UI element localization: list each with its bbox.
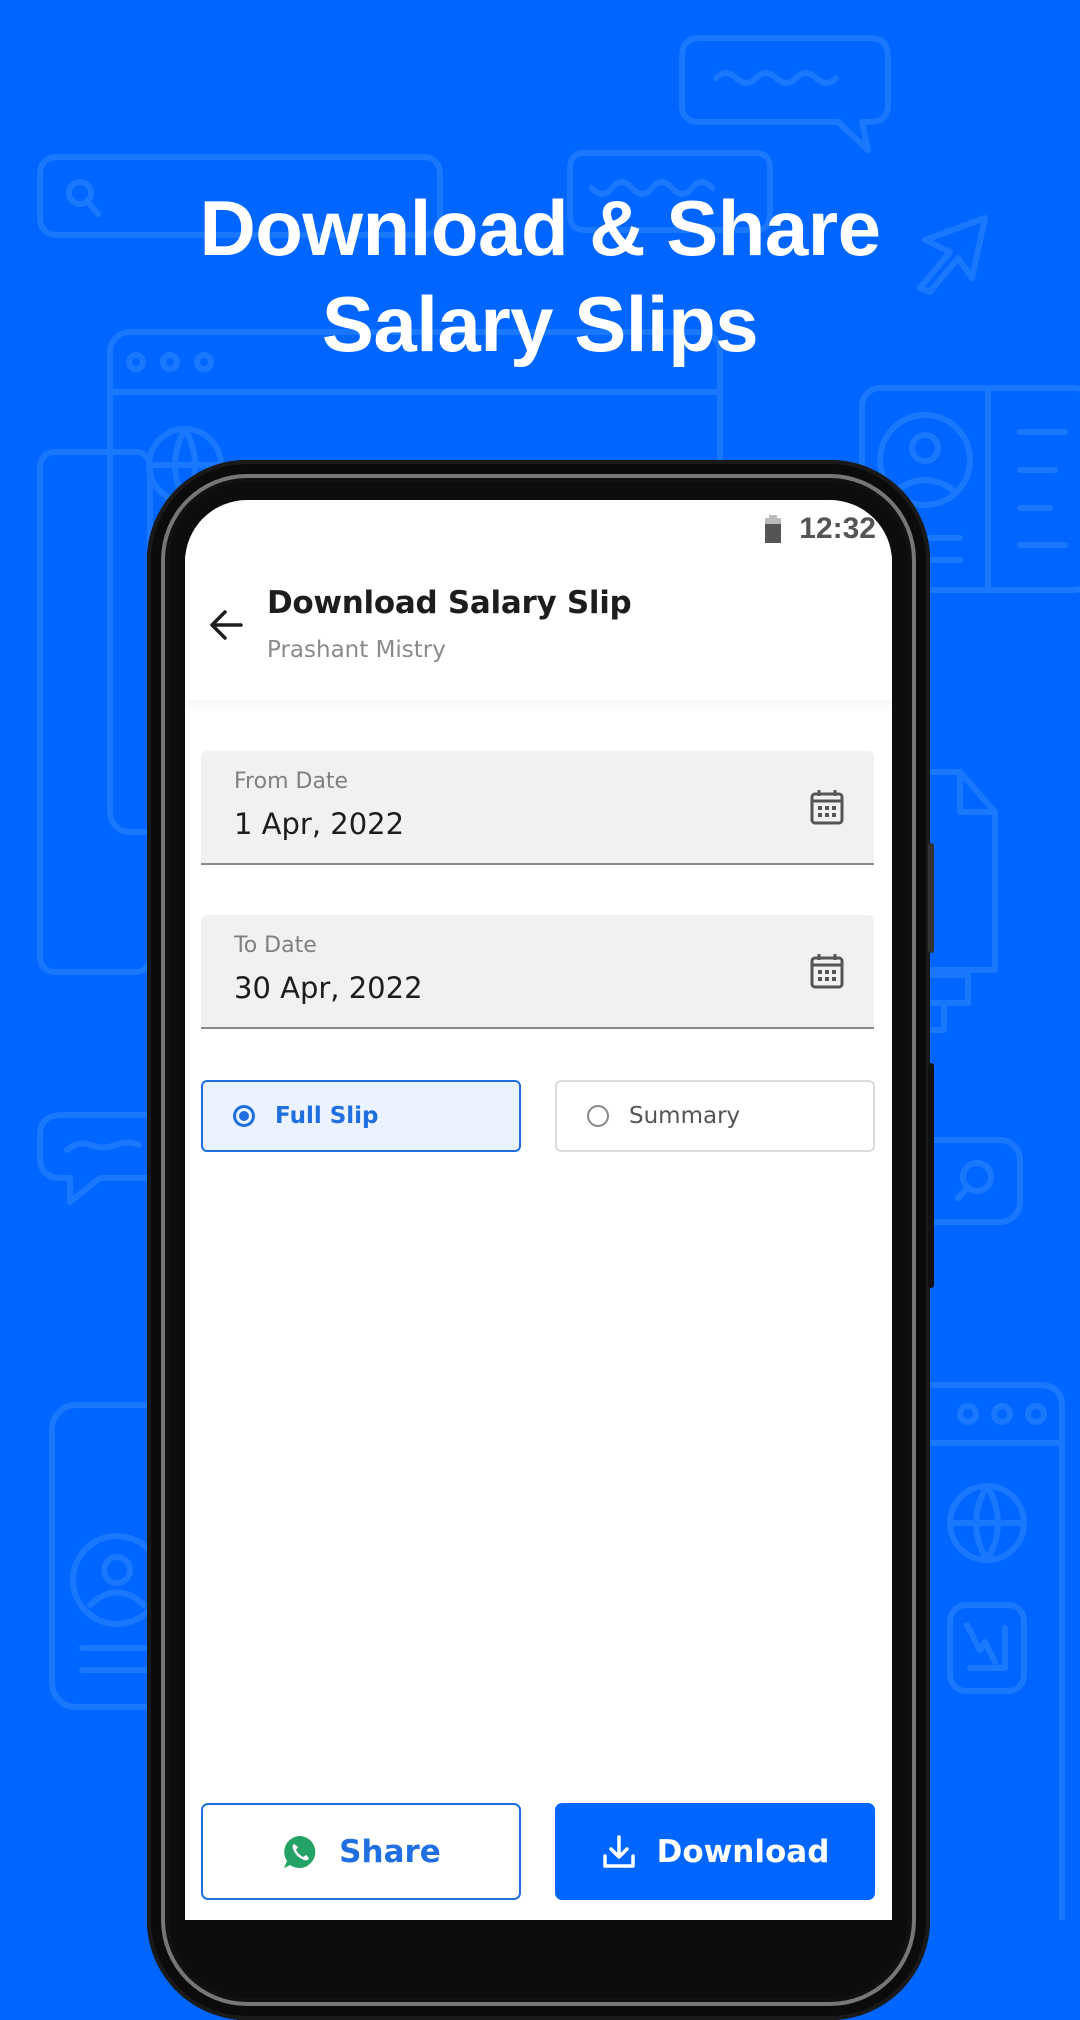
status-time: 12:32 <box>799 512 876 545</box>
from-date-value: 1 Apr, 2022 <box>234 807 405 841</box>
headline-line-1: Download & Share <box>199 184 881 272</box>
document-icon <box>37 449 153 975</box>
download-button[interactable]: Download <box>555 1803 875 1900</box>
calendar-icon[interactable] <box>810 953 844 989</box>
employee-name: Prashant Mistry <box>267 637 446 663</box>
radio-unselected[interactable] <box>587 1105 609 1127</box>
download-label: Download <box>656 1833 830 1870</box>
share-label: Share <box>339 1833 441 1870</box>
to-date-label: To Date <box>234 933 317 958</box>
arrow-left-icon[interactable] <box>205 603 249 647</box>
from-date-field[interactable]: From Date 1 Apr, 2022 <box>201 751 874 865</box>
download-icon <box>602 1834 635 1868</box>
phone-screen: 12:32 Download Salary Slip Prashant Mist… <box>185 500 892 1920</box>
summary-label: Summary <box>629 1103 741 1129</box>
summary-option[interactable]: Summary <box>555 1080 875 1152</box>
chat-bubble-icon <box>37 1112 163 1205</box>
calendar-icon[interactable] <box>810 789 844 825</box>
share-button[interactable]: Share <box>201 1803 521 1900</box>
status-bar: 12:32 <box>765 508 876 550</box>
phone-power-button <box>928 1063 934 1288</box>
browser-window-icon <box>927 1382 1065 1920</box>
from-date-label: From Date <box>234 769 349 794</box>
radio-selected[interactable] <box>233 1105 255 1127</box>
battery-icon <box>765 515 782 543</box>
phone-volume-button <box>928 843 934 953</box>
app-bar: Download Salary Slip Prashant Mistry <box>185 555 892 700</box>
page-title: Download Salary Slip <box>267 585 632 621</box>
file-icon <box>927 769 998 1033</box>
to-date-field[interactable]: To Date 30 Apr, 2022 <box>201 915 874 1029</box>
promo-headline: Download & Share Salary Slips <box>0 180 1080 372</box>
headline-line-2: Salary Slips <box>321 280 759 368</box>
full-slip-label: Full Slip <box>275 1103 379 1129</box>
full-slip-option[interactable]: Full Slip <box>201 1080 521 1152</box>
whatsapp-icon <box>284 1835 316 1868</box>
to-date-value: 30 Apr, 2022 <box>234 971 423 1005</box>
chat-bubble-icon <box>679 35 891 153</box>
